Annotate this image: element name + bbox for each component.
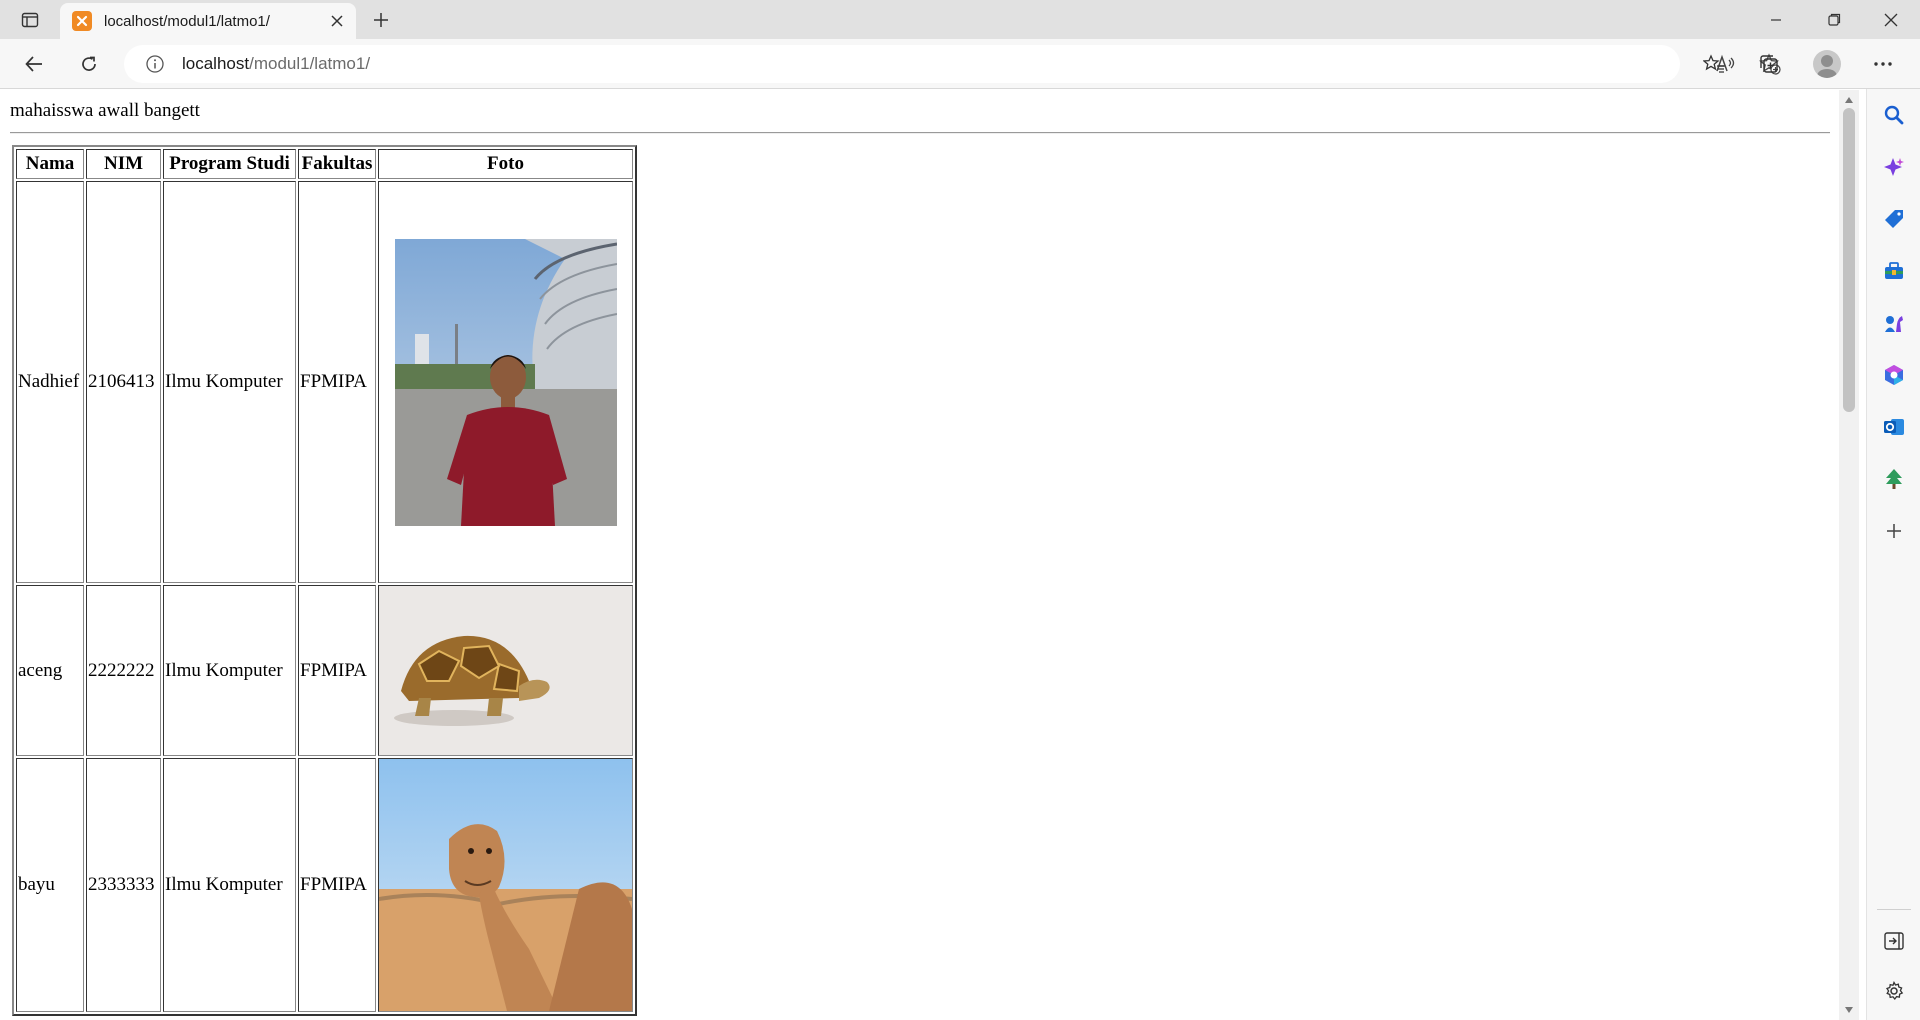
student-table: Nama NIM Program Studi Fakultas Foto Nad… [12, 145, 637, 1016]
edge-sidebar [1866, 89, 1920, 1020]
cell-nim: 2333333 [86, 758, 161, 1012]
close-tab-icon[interactable] [324, 8, 350, 34]
scroll-down-arrow-icon[interactable] [1839, 1002, 1859, 1018]
column-header-fakultas: Fakultas [298, 149, 376, 179]
cell-program-studi: Ilmu Komputer [163, 758, 296, 1012]
hide-sidebar-icon[interactable] [1878, 925, 1910, 957]
camel-photo [379, 759, 632, 1011]
site-info-icon[interactable] [144, 53, 166, 75]
cell-nim: 2222222 [86, 585, 161, 756]
column-header-nama: Nama [16, 149, 84, 179]
horizontal-rule [10, 132, 1830, 134]
tree-icon[interactable] [1878, 463, 1910, 495]
browser-toolbar: localhost/modul1/latmo1/ [0, 39, 1920, 89]
add-icon[interactable] [1878, 515, 1910, 547]
cell-program-studi: Ilmu Komputer [163, 181, 296, 583]
cell-program-studi: Ilmu Komputer [163, 585, 296, 756]
more-options-icon[interactable] [1865, 47, 1901, 81]
cell-fakultas: FPMIPA [298, 758, 376, 1012]
search-icon[interactable] [1878, 99, 1910, 131]
tools-icon[interactable] [1878, 255, 1910, 287]
tab-title: localhost/modul1/latmo1/ [104, 12, 270, 30]
profile-avatar-icon[interactable] [1813, 50, 1841, 78]
cell-foto [378, 181, 633, 583]
scroll-up-arrow-icon[interactable] [1839, 92, 1859, 108]
table-row: bayu 2333333 Ilmu Komputer FPMIPA [16, 758, 633, 1012]
settings-icon[interactable] [1878, 975, 1910, 1007]
xampp-favicon-icon [72, 11, 92, 31]
tab-actions-icon[interactable] [14, 6, 46, 34]
games-icon[interactable] [1878, 307, 1910, 339]
favorites-icon[interactable] [1696, 47, 1732, 81]
page-viewport: mahaisswa awall bangett Nama NIM Program… [0, 90, 1839, 1020]
cell-nama: Nadhief [16, 181, 84, 583]
outlook-icon[interactable] [1878, 411, 1910, 443]
table-row: aceng 2222222 Ilmu Komputer FPMIPA [16, 585, 633, 756]
scrollbar-thumb[interactable] [1843, 108, 1855, 412]
cell-nim: 2106413 [86, 181, 161, 583]
table-row: Nadhief 2106413 Ilmu Komputer FPMIPA [16, 181, 633, 583]
browser-tab[interactable]: localhost/modul1/latmo1/ [60, 3, 356, 39]
column-header-nim: NIM [86, 149, 161, 179]
new-tab-icon[interactable] [366, 6, 396, 34]
restore-icon[interactable] [1807, 0, 1861, 39]
column-header-foto: Foto [378, 149, 633, 179]
cell-nama: aceng [16, 585, 84, 756]
cell-nama: bayu [16, 758, 84, 1012]
tortoise-photo [379, 586, 632, 755]
back-icon[interactable] [16, 47, 52, 81]
sidebar-divider [1877, 909, 1911, 910]
page-scrollbar[interactable] [1839, 90, 1859, 1020]
page-heading: mahaisswa awall bangett [10, 100, 200, 121]
url-text[interactable]: localhost/modul1/latmo1/ [182, 54, 370, 74]
copilot-icon[interactable] [1878, 151, 1910, 183]
cell-fakultas: FPMIPA [298, 181, 376, 583]
refresh-icon[interactable] [71, 47, 107, 81]
student-portrait-photo [394, 238, 617, 526]
shopping-tag-icon[interactable] [1878, 203, 1910, 235]
cell-foto [378, 758, 633, 1012]
cell-foto [378, 585, 633, 756]
address-bar[interactable]: localhost/modul1/latmo1/ [124, 45, 1781, 83]
tab-strip: localhost/modul1/latmo1/ [0, 0, 1920, 39]
minimize-icon[interactable] [1749, 0, 1803, 39]
cell-fakultas: FPMIPA [298, 585, 376, 756]
collections-icon[interactable] [1751, 47, 1787, 81]
office-icon[interactable] [1878, 359, 1910, 391]
close-window-icon[interactable] [1864, 0, 1918, 39]
table-header-row: Nama NIM Program Studi Fakultas Foto [16, 149, 633, 179]
column-header-program-studi: Program Studi [163, 149, 296, 179]
